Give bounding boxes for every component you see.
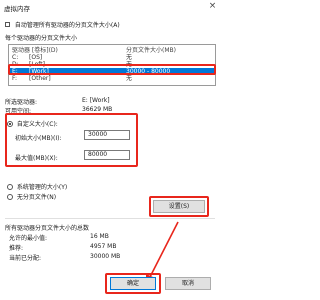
annotation-arrow-icon [146, 221, 179, 284]
ok-button-highlight [105, 273, 161, 294]
cancel-button[interactable]: 取消 [165, 277, 211, 290]
virtual-memory-dialog: 虚拟内存 × 自动管理所有驱动器的分页文件大小(A) 每个驱动器的分页文件大小 … [0, 0, 220, 300]
